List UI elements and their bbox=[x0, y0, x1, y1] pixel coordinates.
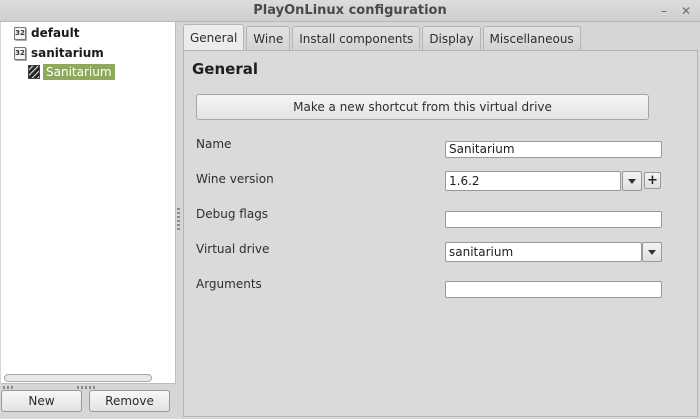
debug-flags-field[interactable] bbox=[445, 211, 662, 228]
tree-item-label-selected: Sanitarium bbox=[43, 64, 115, 80]
32-bit-drive-icon: 32 bbox=[14, 46, 26, 60]
virtual-drive-tree: 32 default 32 sanitarium Sanitarium bbox=[1, 22, 176, 384]
tab-display[interactable]: Display bbox=[422, 26, 481, 50]
debug-flags-label: Debug flags bbox=[196, 207, 269, 221]
name-label: Name bbox=[196, 137, 232, 151]
tab-general[interactable]: General bbox=[183, 24, 245, 50]
remove-button[interactable]: Remove bbox=[89, 390, 170, 412]
splitter-grip-icon bbox=[177, 208, 180, 230]
arguments-label: Arguments bbox=[196, 277, 262, 291]
wine-version-dropdown-icon[interactable] bbox=[622, 171, 642, 191]
wine-version-select[interactable]: 1.6.2 bbox=[445, 171, 621, 191]
window-title: PlayOnLinux configuration bbox=[253, 3, 447, 18]
tree-item-default[interactable]: 32 default bbox=[14, 24, 79, 42]
minimize-icon[interactable]: – bbox=[656, 3, 672, 19]
close-icon[interactable]: ✕ bbox=[678, 3, 694, 19]
splitter-grip-icon bbox=[3, 386, 13, 389]
wine-version-label: Wine version bbox=[196, 172, 274, 186]
tree-item-label: default bbox=[31, 26, 80, 40]
tab-bar: General Wine Install components Display … bbox=[183, 24, 583, 50]
add-wine-version-icon[interactable]: + bbox=[644, 172, 661, 189]
virtual-drive-select[interactable]: sanitarium bbox=[445, 242, 642, 262]
tree-item-label: sanitarium bbox=[31, 46, 104, 60]
virtual-drive-label: Virtual drive bbox=[196, 242, 270, 256]
general-panel: General Make a new shortcut from this vi… bbox=[183, 50, 698, 417]
tree-item-sanitarium-game[interactable]: Sanitarium bbox=[28, 63, 115, 81]
game-thumbnail-icon bbox=[28, 65, 40, 79]
new-button[interactable]: New bbox=[1, 390, 82, 412]
tab-install-components[interactable]: Install components bbox=[292, 26, 421, 50]
name-field[interactable]: Sanitarium bbox=[445, 141, 662, 158]
configuration-pane: General Wine Install components Display … bbox=[181, 22, 700, 419]
32-bit-drive-icon: 32 bbox=[14, 26, 26, 40]
panel-heading: General bbox=[192, 60, 258, 78]
tab-miscellaneous[interactable]: Miscellaneous bbox=[482, 26, 581, 50]
window-titlebar: PlayOnLinux configuration – ✕ bbox=[0, 0, 700, 22]
splitter-grip-icon bbox=[77, 386, 97, 389]
virtual-drive-dropdown-icon[interactable] bbox=[642, 242, 662, 262]
make-shortcut-button[interactable]: Make a new shortcut from this virtual dr… bbox=[196, 94, 649, 120]
tree-item-sanitarium[interactable]: 32 sanitarium bbox=[14, 44, 104, 62]
arguments-field[interactable] bbox=[445, 281, 662, 298]
virtual-drive-pane: 32 default 32 sanitarium Sanitarium New … bbox=[0, 22, 176, 419]
horizontal-scrollbar[interactable] bbox=[4, 374, 152, 382]
tab-wine[interactable]: Wine bbox=[246, 26, 291, 50]
